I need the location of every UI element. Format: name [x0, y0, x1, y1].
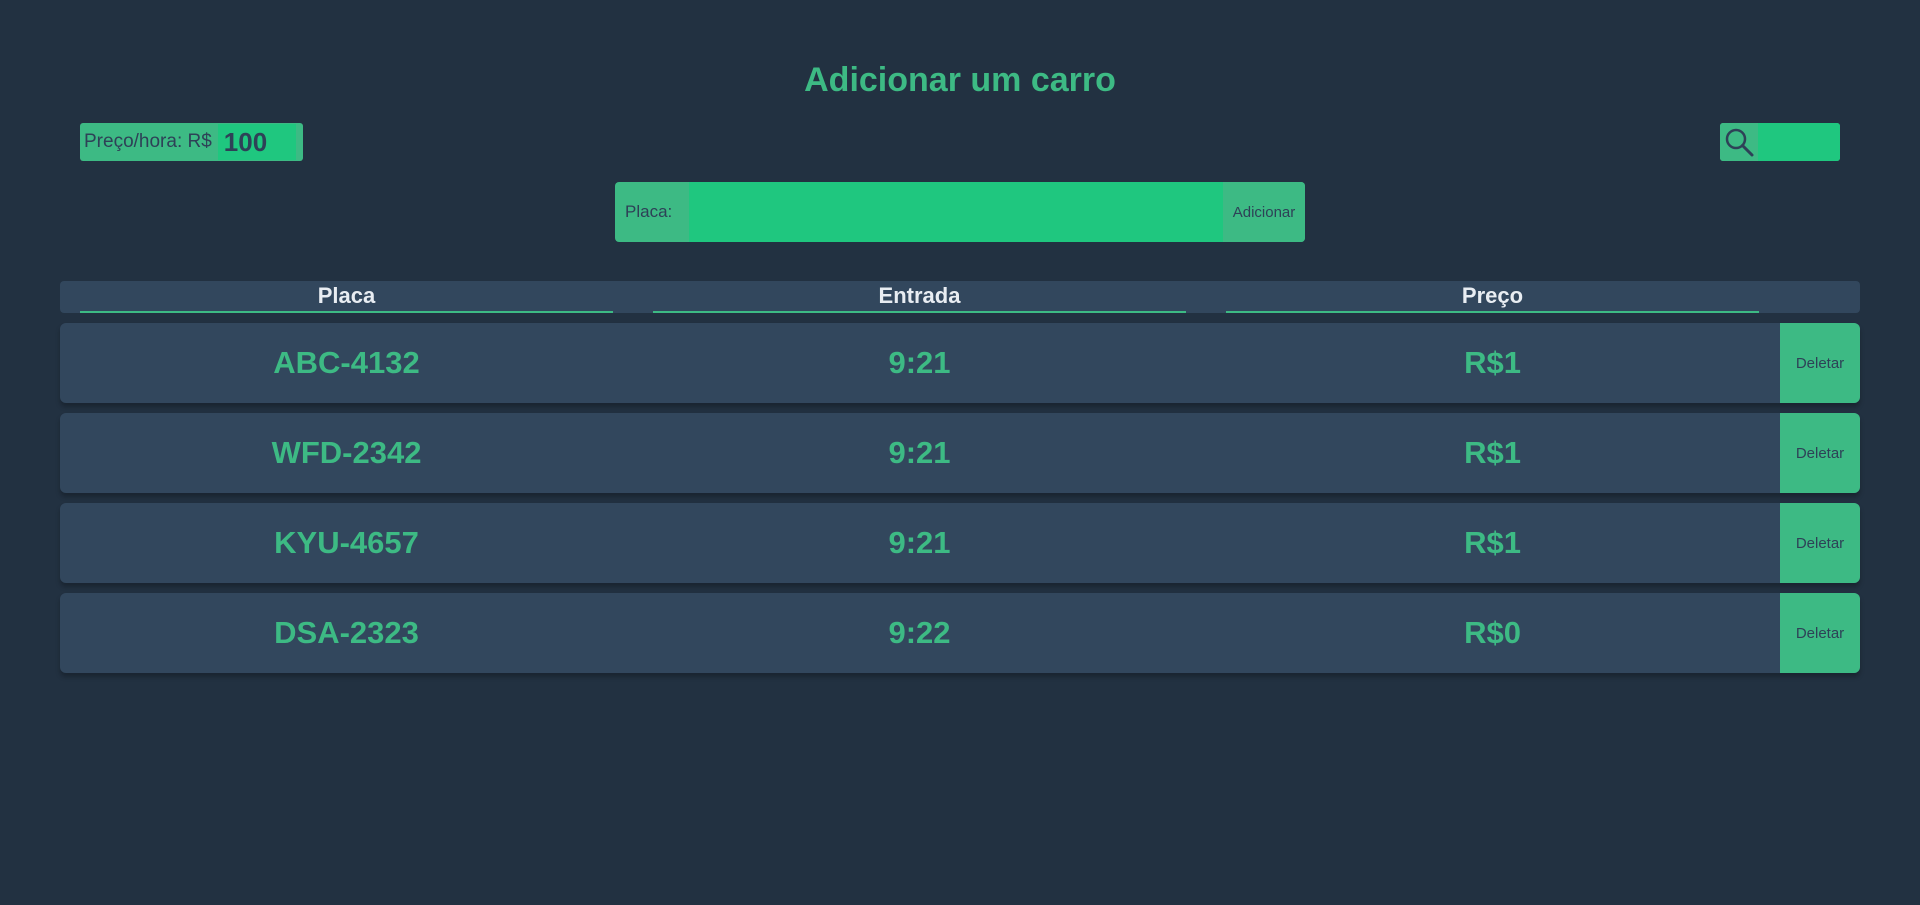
- add-button[interactable]: Adicionar: [1223, 182, 1305, 242]
- table-row: DSA-2323 9:22 R$0 Deletar: [60, 593, 1860, 673]
- price-per-hour-input[interactable]: [217, 124, 296, 160]
- column-header-placa: Placa: [80, 281, 613, 313]
- table-row: KYU-4657 9:21 R$1 Deletar: [60, 503, 1860, 583]
- price-per-hour-label: Preço/hora: R$: [84, 131, 212, 152]
- row-placa: DSA-2323: [274, 615, 419, 650]
- delete-button[interactable]: Deletar: [1780, 413, 1860, 493]
- row-entrada: 9:21: [888, 435, 951, 470]
- car-list: ABC-4132 9:21 R$1 Deletar WFD-2342 9:21 …: [60, 323, 1860, 683]
- row-preco: R$1: [1464, 345, 1521, 380]
- page-title: Adicionar um carro: [804, 61, 1116, 99]
- table-header: Placa Entrada Preço: [60, 281, 1860, 313]
- search-input[interactable]: [1758, 123, 1840, 161]
- search-box: [1720, 123, 1840, 161]
- delete-button[interactable]: Deletar: [1780, 593, 1860, 673]
- add-car-form: Placa: Adicionar: [615, 182, 1305, 242]
- row-placa: KYU-4657: [274, 525, 419, 560]
- delete-button[interactable]: Deletar: [1780, 503, 1860, 583]
- price-per-hour-box: Preço/hora: R$: [80, 123, 303, 161]
- delete-button[interactable]: Deletar: [1780, 323, 1860, 403]
- row-preco: R$1: [1464, 525, 1521, 560]
- plate-input[interactable]: [689, 182, 1223, 242]
- page: Adicionar um carro Preço/hora: R$ Placa:…: [0, 0, 1920, 905]
- search-icon[interactable]: [1720, 123, 1758, 161]
- row-entrada: 9:22: [888, 615, 951, 650]
- row-entrada: 9:21: [888, 345, 951, 380]
- row-preco: R$0: [1464, 615, 1521, 650]
- column-header-entrada: Entrada: [653, 281, 1186, 313]
- table-row: WFD-2342 9:21 R$1 Deletar: [60, 413, 1860, 493]
- row-entrada: 9:21: [888, 525, 951, 560]
- column-header-preco: Preço: [1226, 281, 1759, 313]
- row-placa: ABC-4132: [273, 345, 420, 380]
- table-row: ABC-4132 9:21 R$1 Deletar: [60, 323, 1860, 403]
- plate-label: Placa:: [625, 202, 673, 221]
- row-placa: WFD-2342: [271, 435, 422, 470]
- row-preco: R$1: [1464, 435, 1521, 470]
